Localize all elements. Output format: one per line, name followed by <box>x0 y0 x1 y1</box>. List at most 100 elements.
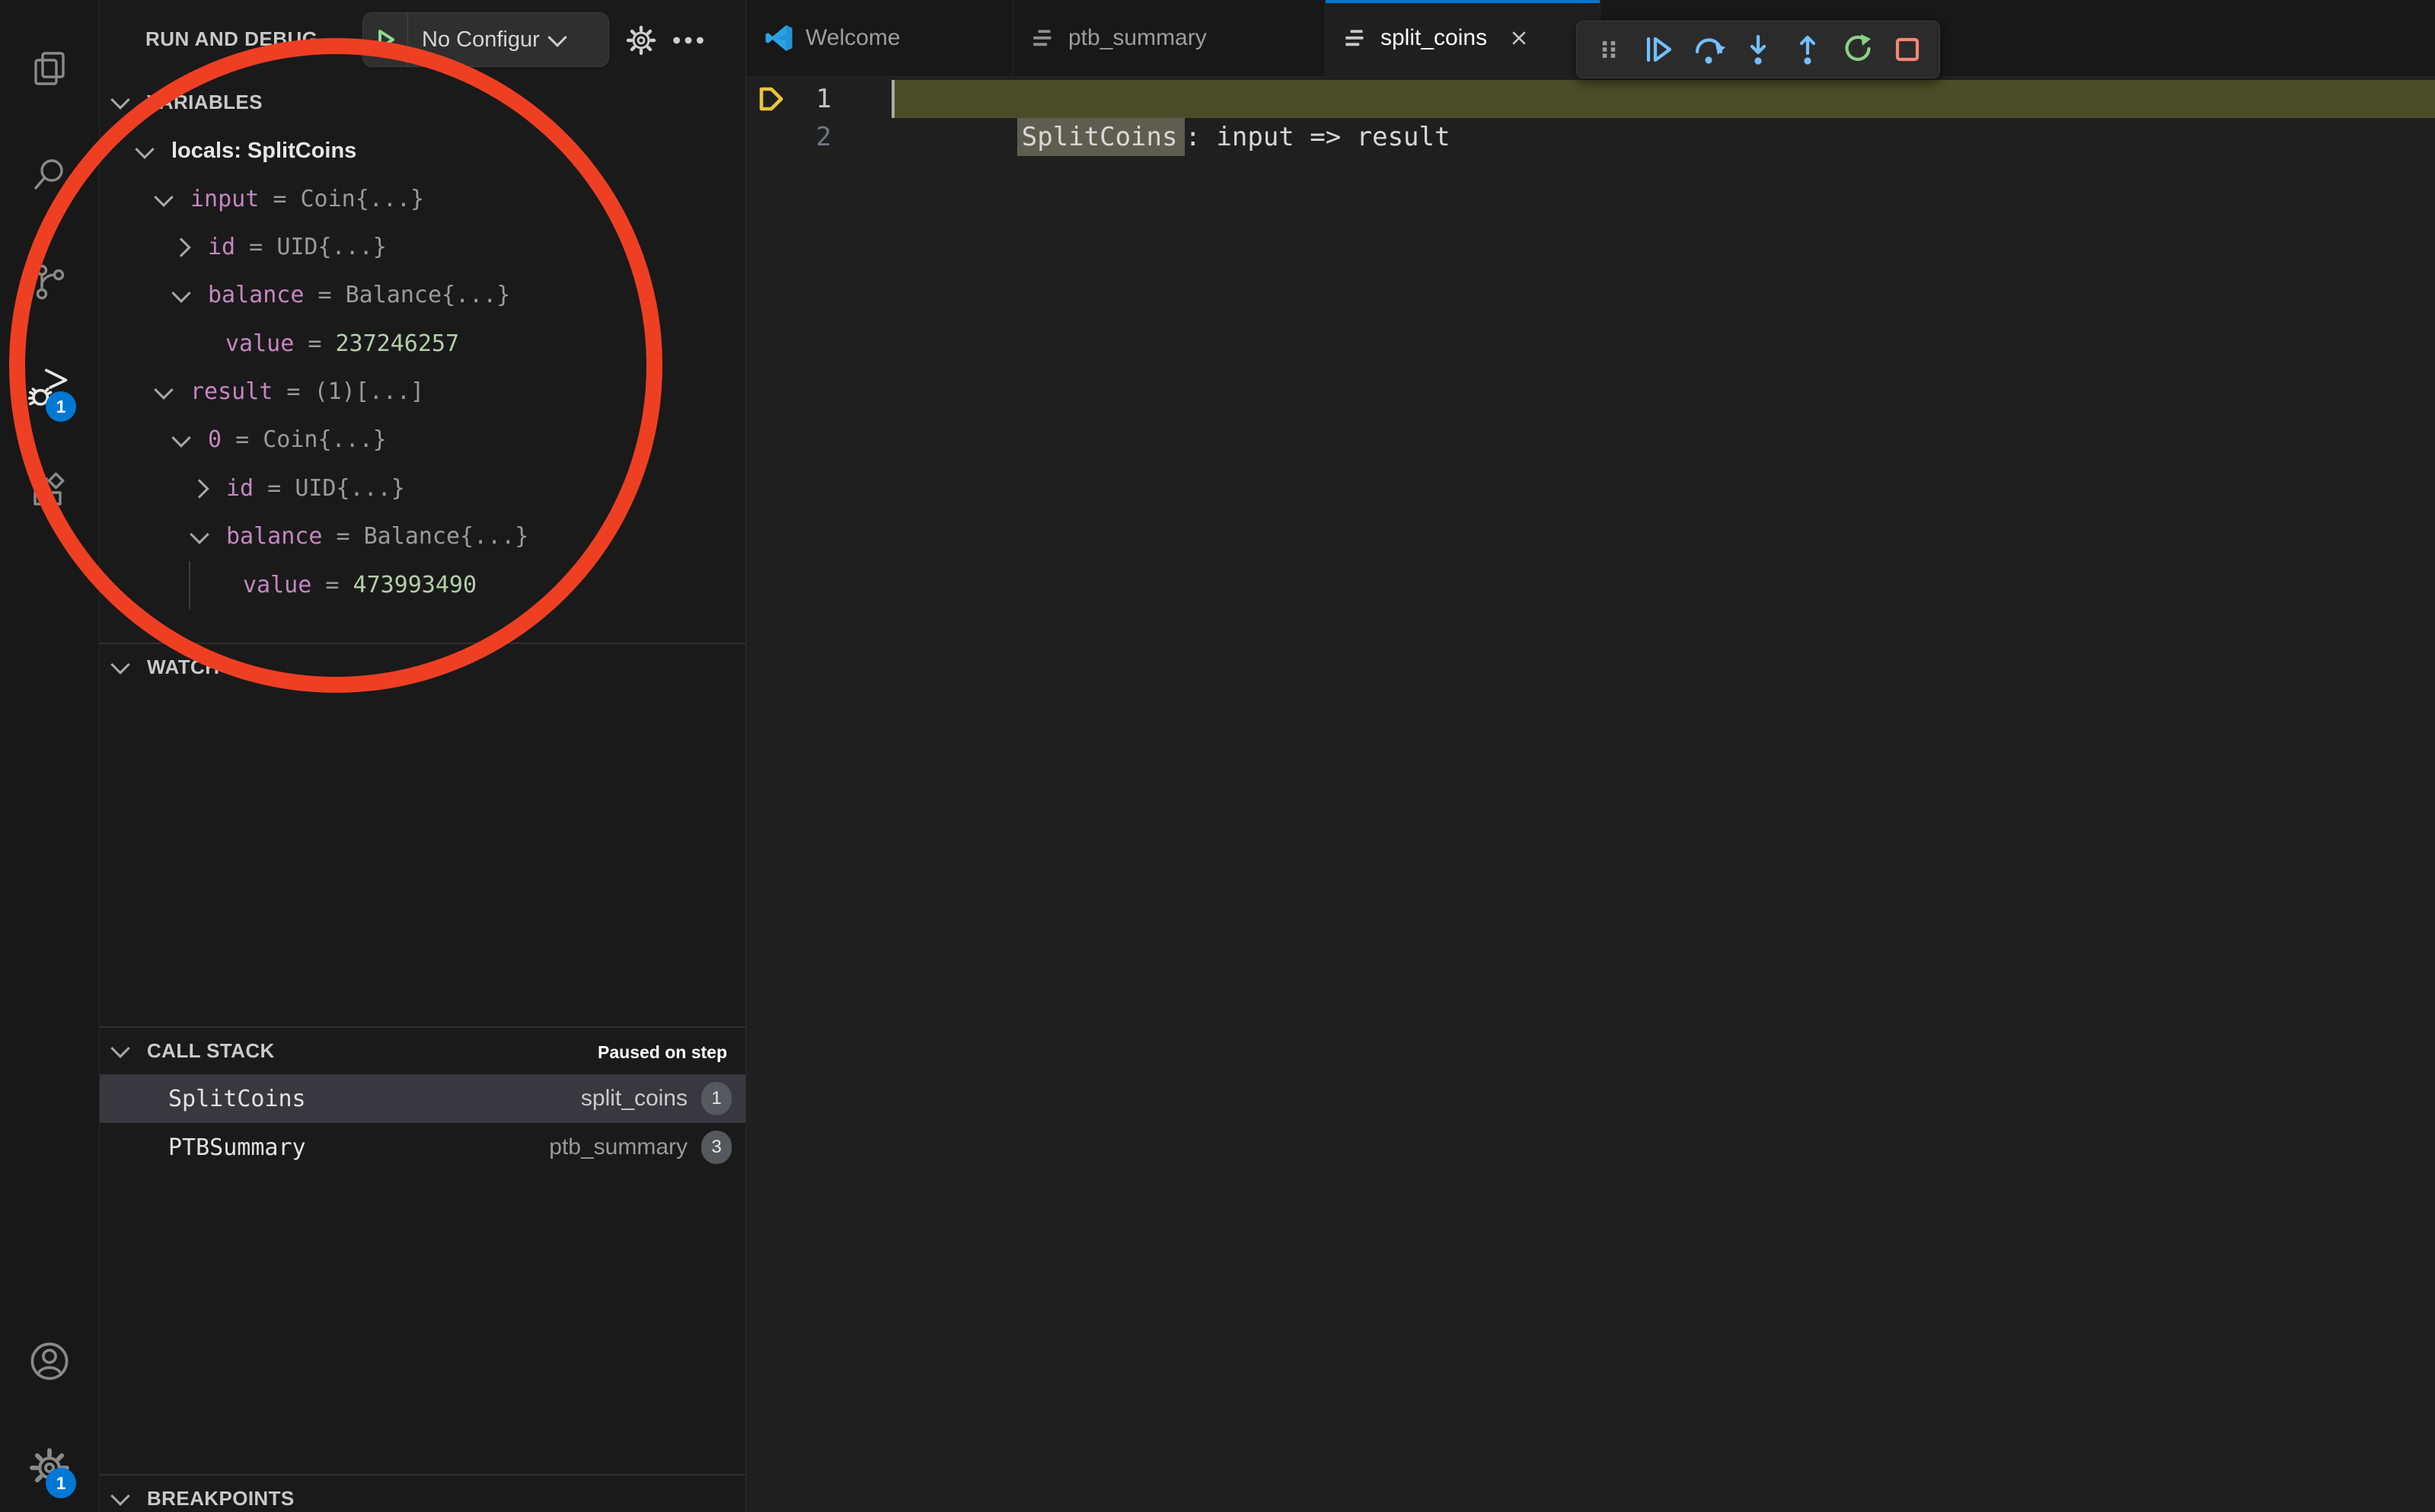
close-icon[interactable] <box>1504 23 1534 53</box>
activity-extensions[interactable] <box>0 455 99 528</box>
chevron-down-icon <box>154 380 173 399</box>
step-over-icon <box>1692 33 1725 66</box>
debug-count-badge: 1 <box>46 391 76 422</box>
activity-explorer[interactable] <box>0 32 99 105</box>
text-cursor <box>892 80 895 118</box>
sidebar-title: RUN AND DEBUG <box>145 27 318 51</box>
scope-label: locals: SplitCoins <box>171 139 356 164</box>
step-into-button[interactable] <box>1737 28 1779 71</box>
var-name: balance <box>208 282 304 308</box>
chevron-right-icon <box>190 479 209 498</box>
launch-config-dropdown[interactable]: No Configur <box>362 12 609 67</box>
more-actions-button[interactable] <box>669 21 707 59</box>
toolbar-drag-handle[interactable] <box>1588 28 1630 71</box>
restart-button[interactable] <box>1837 28 1879 71</box>
tab-welcome[interactable]: Welcome <box>746 0 1013 76</box>
list-icon <box>1344 26 1368 50</box>
line-number-1: 1 <box>792 80 831 118</box>
settings-count-badge: 1 <box>46 1468 76 1498</box>
var-eq: = <box>322 523 363 550</box>
tab-split-coins[interactable]: split_coins <box>1326 0 1600 76</box>
var-name: id <box>226 475 254 502</box>
tree-row-balance[interactable]: balance = Balance{...} <box>100 271 820 319</box>
tab-label: ptb_summary <box>1068 25 1207 51</box>
tree-row-balance-2[interactable]: balance = Balance{...} <box>100 512 838 560</box>
var-name: value <box>243 572 311 598</box>
var-value: 473993490 <box>353 572 477 598</box>
code-text: : input => result <box>1185 122 1450 152</box>
stop-icon <box>1891 33 1924 66</box>
code-editor[interactable]: 1 2 SplitCoins: input => result <box>746 77 2435 1512</box>
restart-icon <box>1841 33 1875 66</box>
var-name: input <box>190 186 259 212</box>
extensions-icon <box>30 472 69 512</box>
var-name: result <box>190 378 273 405</box>
tree-row-id[interactable]: id = UID{...} <box>100 223 820 271</box>
activity-bar: 1 <box>0 0 100 1512</box>
step-over-button[interactable] <box>1687 28 1730 71</box>
continue-button[interactable] <box>1637 28 1680 71</box>
debug-settings-button[interactable] <box>622 21 660 59</box>
launch-config-label: No Configur <box>422 27 540 53</box>
section-divider <box>100 1474 745 1475</box>
stop-button[interactable] <box>1886 28 1929 71</box>
tree-row-id-2[interactable]: id = UID{...} <box>100 464 838 512</box>
chevron-down-icon <box>110 90 129 109</box>
var-value: Coin{...} <box>301 186 425 212</box>
run-and-debug-sidebar: RUN AND DEBUG No Configur <box>100 0 746 1512</box>
variables-label: VARIABLES <box>147 91 263 114</box>
breakpoints-section-header[interactable]: BREAKPOINTS <box>100 1479 745 1512</box>
var-value: (1)[...] <box>314 378 425 405</box>
var-eq: = <box>259 186 300 212</box>
activity-search[interactable] <box>0 139 99 212</box>
tab-ptb-summary[interactable]: ptb_summary <box>1013 0 1326 76</box>
tab-label: split_coins <box>1380 25 1487 51</box>
tree-row-locals[interactable]: locals: SplitCoins <box>100 127 783 175</box>
continue-icon <box>1642 33 1675 66</box>
step-out-button[interactable] <box>1786 28 1829 71</box>
var-value: Balance{...} <box>346 282 511 308</box>
chevron-down-icon <box>547 27 566 46</box>
files-icon <box>30 49 69 88</box>
debug-pause-status: Paused on step <box>598 1032 727 1072</box>
watch-section-header[interactable]: WATCH <box>100 647 745 687</box>
call-stack-section-header[interactable]: CALL STACK Paused on step <box>100 1031 745 1070</box>
watch-label: WATCH <box>147 656 219 679</box>
var-eq: = <box>273 378 314 405</box>
var-eq: = <box>294 330 335 357</box>
call-stack-frame-ptbsummary[interactable]: PTBSummary ptb_summary 3 <box>100 1123 745 1172</box>
current-debug-line[interactable]: SplitCoins: input => result <box>892 80 2435 118</box>
start-debug-button[interactable] <box>363 13 408 66</box>
var-eq: = <box>304 282 345 308</box>
search-icon <box>30 155 69 195</box>
activity-run-debug[interactable]: 1 <box>0 352 99 425</box>
section-divider <box>100 643 745 644</box>
chevron-down-icon <box>171 428 190 447</box>
account-icon <box>28 1340 71 1383</box>
line-number-2: 2 <box>792 118 831 156</box>
var-eq: = <box>235 234 276 260</box>
more-actions-icon <box>669 24 707 57</box>
chevron-right-icon <box>171 238 190 257</box>
start-debug-play-icon <box>372 26 399 53</box>
tree-row-result[interactable]: result = (1)[...] <box>100 368 803 416</box>
chevron-down-icon <box>110 655 129 674</box>
tree-row-0[interactable]: 0 = Coin{...} <box>100 416 820 464</box>
step-into-icon <box>1741 33 1775 66</box>
activity-account[interactable] <box>0 1325 99 1398</box>
variables-section-header[interactable]: VARIABLES <box>100 82 745 122</box>
call-stack-frame-splitcoins[interactable]: SplitCoins split_coins 1 <box>100 1074 745 1123</box>
tree-row-input[interactable]: input = Coin{...} <box>100 175 803 223</box>
activity-settings[interactable]: 1 <box>0 1431 99 1504</box>
vscode-window: 1 <box>0 0 2435 1512</box>
debug-toolbar <box>1576 21 1940 78</box>
frame-name: SplitCoins <box>168 1086 306 1112</box>
section-divider <box>100 1026 745 1028</box>
gear-icon <box>624 24 658 57</box>
var-name: 0 <box>208 426 222 453</box>
frame-badge: 1 <box>701 1082 732 1115</box>
frame-badge: 3 <box>701 1131 732 1164</box>
var-name: id <box>208 234 235 260</box>
activity-source-control[interactable] <box>0 245 99 318</box>
var-value: UID{...} <box>295 475 405 502</box>
